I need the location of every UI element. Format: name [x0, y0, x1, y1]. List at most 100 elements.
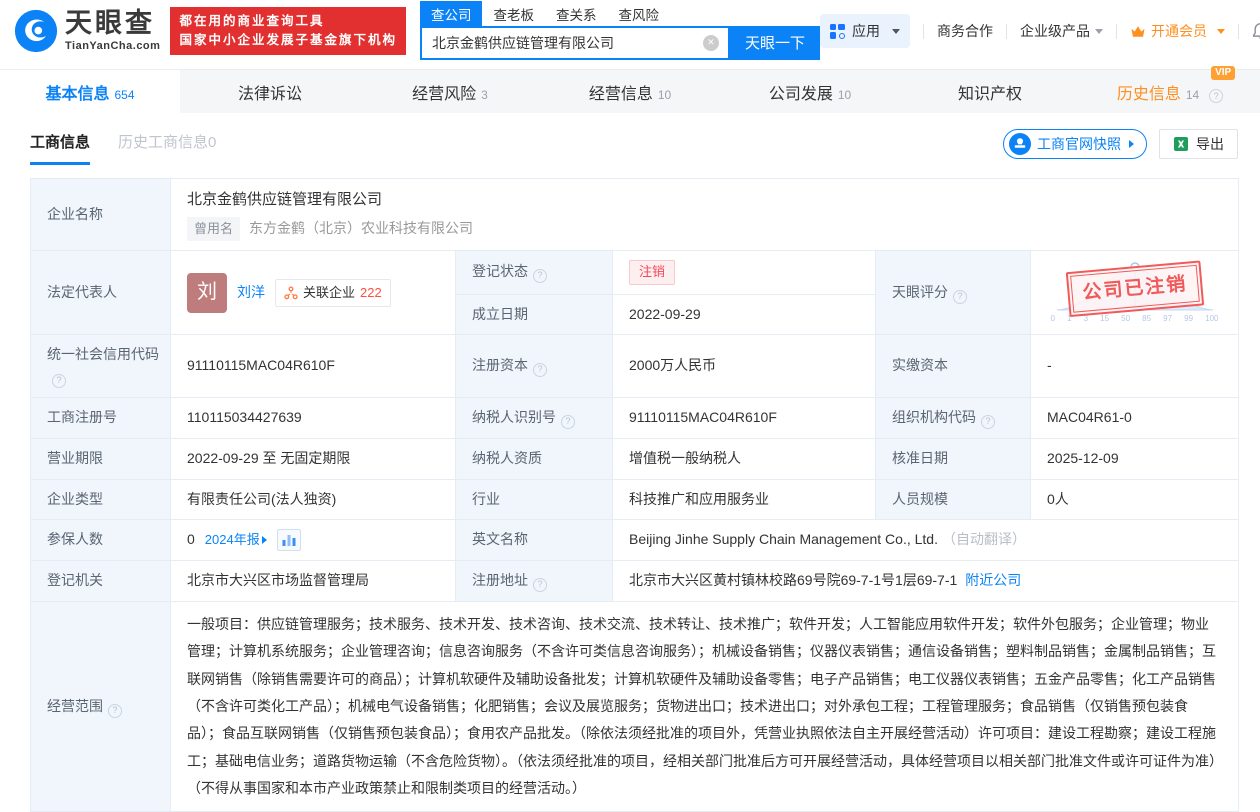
search-tab-risk[interactable]: 查风险: [607, 1, 670, 27]
reg-capital-label: 注册资本: [455, 334, 613, 398]
company-type-label: 企业类型: [30, 478, 171, 521]
help-icon[interactable]: [108, 703, 122, 718]
tab-legal-proceedings[interactable]: 法律诉讼: [180, 70, 360, 113]
subtab-count: 0: [208, 134, 217, 151]
help-icon[interactable]: [533, 363, 547, 378]
search-tab-boss[interactable]: 查老板: [482, 1, 545, 27]
tab-count: 10: [657, 87, 672, 102]
business-scope-cell: 一般项目：供应链管理服务；技术服务、技术开发、技术咨询、技术交流、技术转让、技术…: [169, 601, 1240, 812]
former-name-line: 曾用名 东方金鹤（北京）农业科技有限公司: [187, 217, 1222, 242]
help-icon[interactable]: [981, 414, 995, 429]
stamp-text: 公司已注销: [1069, 265, 1200, 314]
annual-report-label: 2024年报: [204, 532, 260, 548]
help-icon[interactable]: [953, 289, 967, 304]
insured-trend-button[interactable]: [276, 529, 301, 552]
tab-label: 历史信息: [1116, 85, 1181, 103]
credit-code-value: 91110115MAC04R610F: [170, 334, 456, 398]
divider: [1237, 23, 1239, 39]
help-icon[interactable]: [52, 373, 66, 388]
reg-number-value: 110115034427639: [170, 396, 456, 439]
divider: [1005, 23, 1007, 39]
business-scope-text: 一般项目：供应链管理服务；技术服务、技术开发、技术咨询、技术交流、技术转让、技术…: [187, 616, 1216, 796]
slogan-line-2: 国家中小企业发展子基金旗下机构: [179, 33, 397, 47]
export-button[interactable]: 导出: [1159, 129, 1238, 159]
help-icon[interactable]: [1209, 88, 1224, 103]
search-tab-relation[interactable]: 查关系: [545, 1, 608, 27]
tab-count: 10: [837, 87, 852, 102]
subtab-row: 工商信息 历史工商信息0 工商官网快照 导出: [0, 113, 1260, 165]
approval-date-label: 核准日期: [875, 437, 1031, 480]
org-code-label: 组织机构代码: [875, 396, 1031, 439]
help-icon[interactable]: [533, 578, 547, 593]
search-tab-company[interactable]: 查公司: [419, 1, 483, 27]
tick: 15: [1100, 314, 1110, 324]
label-text: 纳税人识别号: [472, 408, 556, 425]
taxpayer-quali-label: 纳税人资质: [455, 437, 613, 480]
tab-basic-info[interactable]: 基本信息 654: [0, 70, 180, 113]
related-badge-label: 关联企业: [303, 284, 356, 300]
row-company-type: 企业类型 有限责任公司(法人独资) 行业 科技推广和应用服务业 人员规模 0人: [30, 478, 1240, 521]
auto-translate-note: （自动翻译）: [941, 531, 1026, 548]
staff-size-value: 0人: [1029, 478, 1240, 521]
score-chart-cell: 0 1 3 15 50 85 97 99 100 公司已注销: [1029, 250, 1240, 336]
reg-address-cell: 北京市大兴区黄村镇林校路69号院69-7-1号1层69-7-1 附近公司: [611, 560, 1240, 603]
row-company-name: 企业名称 北京金鹤供应链管理有限公司 曾用名 东方金鹤（北京）农业科技有限公司: [30, 177, 1240, 252]
subtab-label: 历史工商信息: [118, 134, 209, 151]
help-icon[interactable]: [561, 414, 575, 429]
avatar[interactable]: 刘: [187, 272, 227, 313]
relation-network-icon: [284, 286, 298, 300]
tianyancha-logo[interactable]: 天眼查 TianYanCha.com: [14, 9, 160, 53]
label-text: 统一社会信用代码: [47, 346, 159, 363]
search-button[interactable]: 天眼一下: [729, 25, 820, 60]
vip-badge: VIP: [1211, 65, 1236, 80]
search-input[interactable]: [421, 34, 703, 51]
org-code-value: MAC04R61-0: [1029, 396, 1240, 439]
search-tabs: 查公司 查老板 查关系 查风险: [419, 1, 820, 27]
search-block: 查公司 查老板 查关系 查风险 天眼一下: [419, 1, 820, 60]
tab-count: 3: [481, 87, 488, 102]
taxpayer-quali-value: 增值税一般纳税人: [612, 437, 876, 480]
tab-label: 知识产权: [957, 85, 1022, 103]
reg-status-label: 登记状态: [455, 250, 613, 295]
related-companies-badge[interactable]: 关联企业 222: [275, 278, 391, 307]
tab-business-info[interactable]: 经营信息 10: [540, 70, 720, 113]
company-name: 北京金鹤供应链管理有限公司: [187, 191, 383, 208]
top-header: 天眼查 TianYanCha.com 都在用的商业查询工具 国家中小企业发展子基…: [0, 0, 1260, 62]
notification-bell-icon[interactable]: [1252, 22, 1260, 41]
reg-address-label: 注册地址: [455, 560, 613, 603]
insured-label: 参保人数: [30, 519, 171, 562]
label-text: 注册地址: [472, 572, 528, 589]
help-icon[interactable]: [533, 269, 547, 284]
legal-rep-name-link[interactable]: 刘洋: [237, 282, 265, 304]
row-business-scope: 经营范围 一般项目：供应链管理服务；技术服务、技术开发、技术咨询、技术交流、技术…: [30, 601, 1240, 812]
subtab-business-registration[interactable]: 工商信息: [30, 131, 91, 165]
company-name-cell: 北京金鹤供应链管理有限公司 曾用名 东方金鹤（北京）农业科技有限公司: [169, 177, 1240, 252]
tab-label: 法律诉讼: [237, 85, 302, 103]
taxpayer-id-label: 纳税人识别号: [455, 396, 613, 439]
related-count: 222: [360, 284, 382, 300]
status-badge: 注销: [629, 260, 676, 285]
tab-operational-risk[interactable]: 经营风险 3: [360, 70, 540, 113]
former-name-badge: 曾用名: [187, 217, 241, 242]
row-credit-code: 统一社会信用代码 91110115MAC04R610F 注册资本 2000万人民…: [30, 334, 1240, 398]
nav-business-cooperation[interactable]: 商务合作: [937, 21, 993, 41]
label-text: 经营范围: [47, 697, 103, 714]
label-text: 注册资本: [472, 357, 528, 374]
tab-history-info[interactable]: 历史信息 14 VIP: [1080, 65, 1260, 113]
tab-label: 公司发展: [768, 85, 833, 103]
subtab-history-registration[interactable]: 历史工商信息0: [118, 131, 216, 165]
nav-enterprise-products[interactable]: 企业级产品: [1020, 21, 1103, 41]
nav-open-membership[interactable]: 开通会员: [1130, 21, 1225, 41]
tab-intellectual-property[interactable]: 知识产权: [900, 70, 1080, 113]
logo-swirl-icon: [14, 9, 58, 53]
legal-rep-label: 法定代表人: [30, 250, 171, 336]
apps-menu[interactable]: 应用: [819, 14, 910, 48]
annual-report-link[interactable]: 2024年报: [205, 530, 267, 550]
company-type-value: 有限责任公司(法人独资): [170, 478, 456, 521]
bar-chart-icon: [282, 535, 296, 547]
tab-company-development[interactable]: 公司发展 10: [720, 70, 900, 113]
tab-label: 经营风险: [412, 85, 477, 103]
clear-icon[interactable]: [702, 34, 719, 51]
official-snapshot-button[interactable]: 工商官网快照: [1003, 129, 1147, 159]
nearby-companies-link[interactable]: 附近公司: [965, 572, 1021, 588]
